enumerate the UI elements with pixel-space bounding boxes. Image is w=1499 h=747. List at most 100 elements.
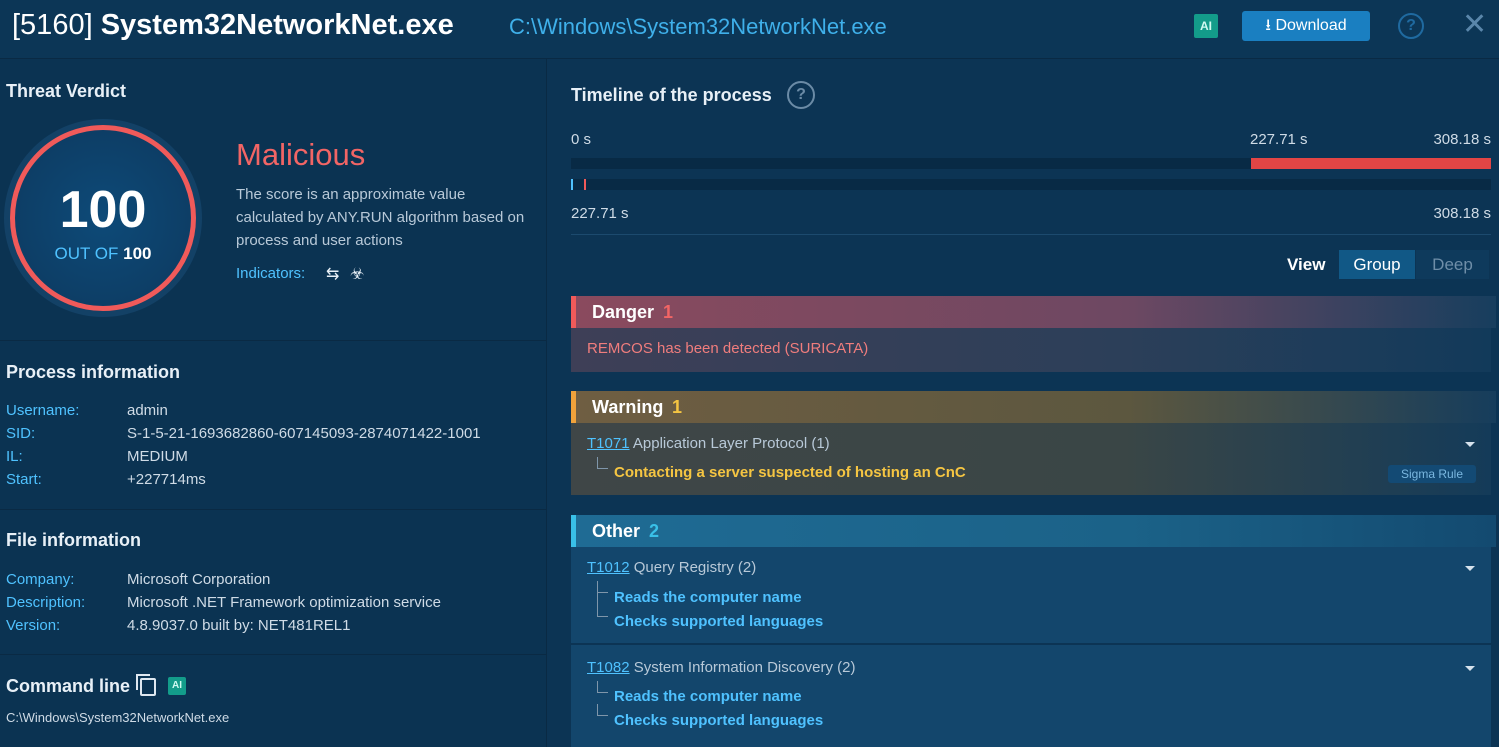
other-header[interactable]: Other 2 [571,515,1496,547]
warning-body: T1071 Application Layer Protocol (1) Con… [571,423,1491,495]
window-header: [5160] System32NetworkNet.exe C:\Windows… [0,0,1499,59]
warning-group: Warning 1 T1071 Application Layer Protoc… [571,391,1496,495]
timeline-start-label: 0 s [571,131,592,148]
out-of-label: OUT OF [54,244,119,263]
timeline-zoom-track[interactable] [571,179,1491,190]
start-value: +227714ms [127,471,206,488]
process-name: System32NetworkNet.exe [100,9,454,41]
zoom-end-label: 308.18 s [1433,205,1491,222]
username-key: Username: [6,402,80,419]
timeline-panel: Timeline of the process ? 0 s 227.71 s 3… [547,59,1499,747]
behavior-item: Reads the computer name [614,589,802,606]
danger-group: Danger 1 REMCOS has been detected (SURIC… [571,296,1496,372]
timeline-end-label: 308.18 s [1433,131,1491,148]
technique-id-link[interactable]: T1071 [587,435,630,452]
version-value: 4.8.9037.0 built by: NET481REL1 [127,617,351,634]
description-key: Description: [6,594,86,611]
technique-name: Query Registry (2) [633,559,757,576]
help-icon[interactable]: ? [1398,13,1424,39]
other-title: Other [592,521,641,541]
process-path[interactable]: C:\Windows\System32NetworkNet.exe [509,14,887,40]
indicators-label: Indicators: [236,265,306,282]
process-title: [5160] System32NetworkNet.exe [12,9,454,42]
warning-header[interactable]: Warning 1 [571,391,1496,423]
technique-id-link[interactable]: T1082 [587,659,630,676]
warning-title: Warning [592,397,664,417]
download-button[interactable]: ⭳ Download [1242,11,1370,41]
score-circle: 100 OUT OF 100 [10,125,196,311]
danger-body: REMCOS has been detected (SURICATA) [571,328,1491,372]
version-key: Version: [6,617,61,634]
score-out-of: OUT OF 100 [15,244,191,264]
technique-row[interactable]: T1012 Query Registry (2) [587,559,756,576]
start-key: Start: [6,471,42,488]
chevron-down-icon[interactable] [1465,442,1475,447]
description-value: Microsoft .NET Framework optimization se… [127,594,441,611]
tree-connector [597,605,608,617]
behavior-item: Reads the computer name [614,688,802,705]
behavior-item: Contacting a server suspected of hosting… [614,464,966,481]
il-key: IL: [6,448,23,465]
danger-title: Danger [592,302,655,322]
process-info-title: Process information [6,362,181,382]
chevron-down-icon[interactable] [1465,666,1475,671]
tree-connector [597,681,608,693]
technique-row[interactable]: T1082 System Information Discovery (2) [587,659,855,676]
behavior-item: Checks supported languages [614,712,824,729]
process-lifetime-bar [1250,158,1491,169]
tree-connector [597,457,608,469]
behavior-item: Checks supported languages [614,613,824,630]
other-body: T1012 Query Registry (2) Reads the compu… [571,547,1491,747]
ai-analysis-button[interactable]: AI [1194,14,1218,38]
network-arrows-icon[interactable]: ⇆ [326,264,339,284]
download-label: Download [1275,17,1347,34]
company-value: Microsoft Corporation [127,571,271,588]
danger-count: 1 [663,302,674,322]
score-value: 100 [59,181,147,239]
il-value: MEDIUM [127,448,188,465]
zoom-start-label: 227.71 s [571,205,629,222]
biohazard-icon[interactable]: ☣ [350,264,364,284]
divider [0,509,546,510]
other-count: 2 [649,521,660,541]
ai-command-button[interactable]: AI [168,677,186,695]
divider [571,234,1491,235]
download-icon: ⭳ [1265,17,1271,34]
threat-verdict-title: Threat Verdict [6,81,127,101]
divider [0,340,546,341]
danger-item: REMCOS has been detected (SURICATA) [587,340,869,357]
divider [0,654,546,655]
verdict-description: The score is an approximate value calcul… [236,186,525,249]
technique-id-link[interactable]: T1012 [587,559,630,576]
tree-connector [597,581,608,593]
verdict-label: Malicious [236,137,366,172]
close-icon[interactable]: ✕ [1462,8,1487,42]
divider [571,643,1491,645]
company-key: Company: [6,571,75,588]
username-value: admin [127,402,168,419]
tree-connector [597,704,608,716]
command-line-title: Command line [6,676,131,696]
copy-icon[interactable] [136,674,156,696]
view-group-toggle[interactable]: Group [1339,250,1415,279]
danger-header[interactable]: Danger 1 [571,296,1496,328]
view-label: View [1287,255,1326,274]
sid-key: SID: [6,425,36,442]
event-tick [571,179,573,190]
timeline-mark-label: 227.71 s [1250,131,1308,148]
out-of-value: 100 [123,244,152,263]
chevron-down-icon[interactable] [1465,566,1475,571]
warning-count: 1 [672,397,683,417]
timeline-help-icon[interactable]: ? [787,81,815,109]
technique-row[interactable]: T1071 Application Layer Protocol (1) [587,435,830,452]
event-tick [584,179,586,190]
view-deep-toggle[interactable]: Deep [1416,250,1489,279]
sigma-rule-badge[interactable]: Sigma Rule [1388,465,1476,483]
timeline-title: Timeline of the process [571,85,772,105]
sid-value: S-1-5-21-1693682860-607145093-2874071422… [127,425,481,442]
other-group: Other 2 T1012 Query Registry (2) Reads t… [571,515,1496,747]
file-info-title: File information [6,530,141,550]
details-panel: Threat Verdict 100 OUT OF 100 Malicious … [0,59,546,747]
technique-name: Application Layer Protocol (1) [632,435,830,452]
process-pid: [5160] [12,9,93,41]
